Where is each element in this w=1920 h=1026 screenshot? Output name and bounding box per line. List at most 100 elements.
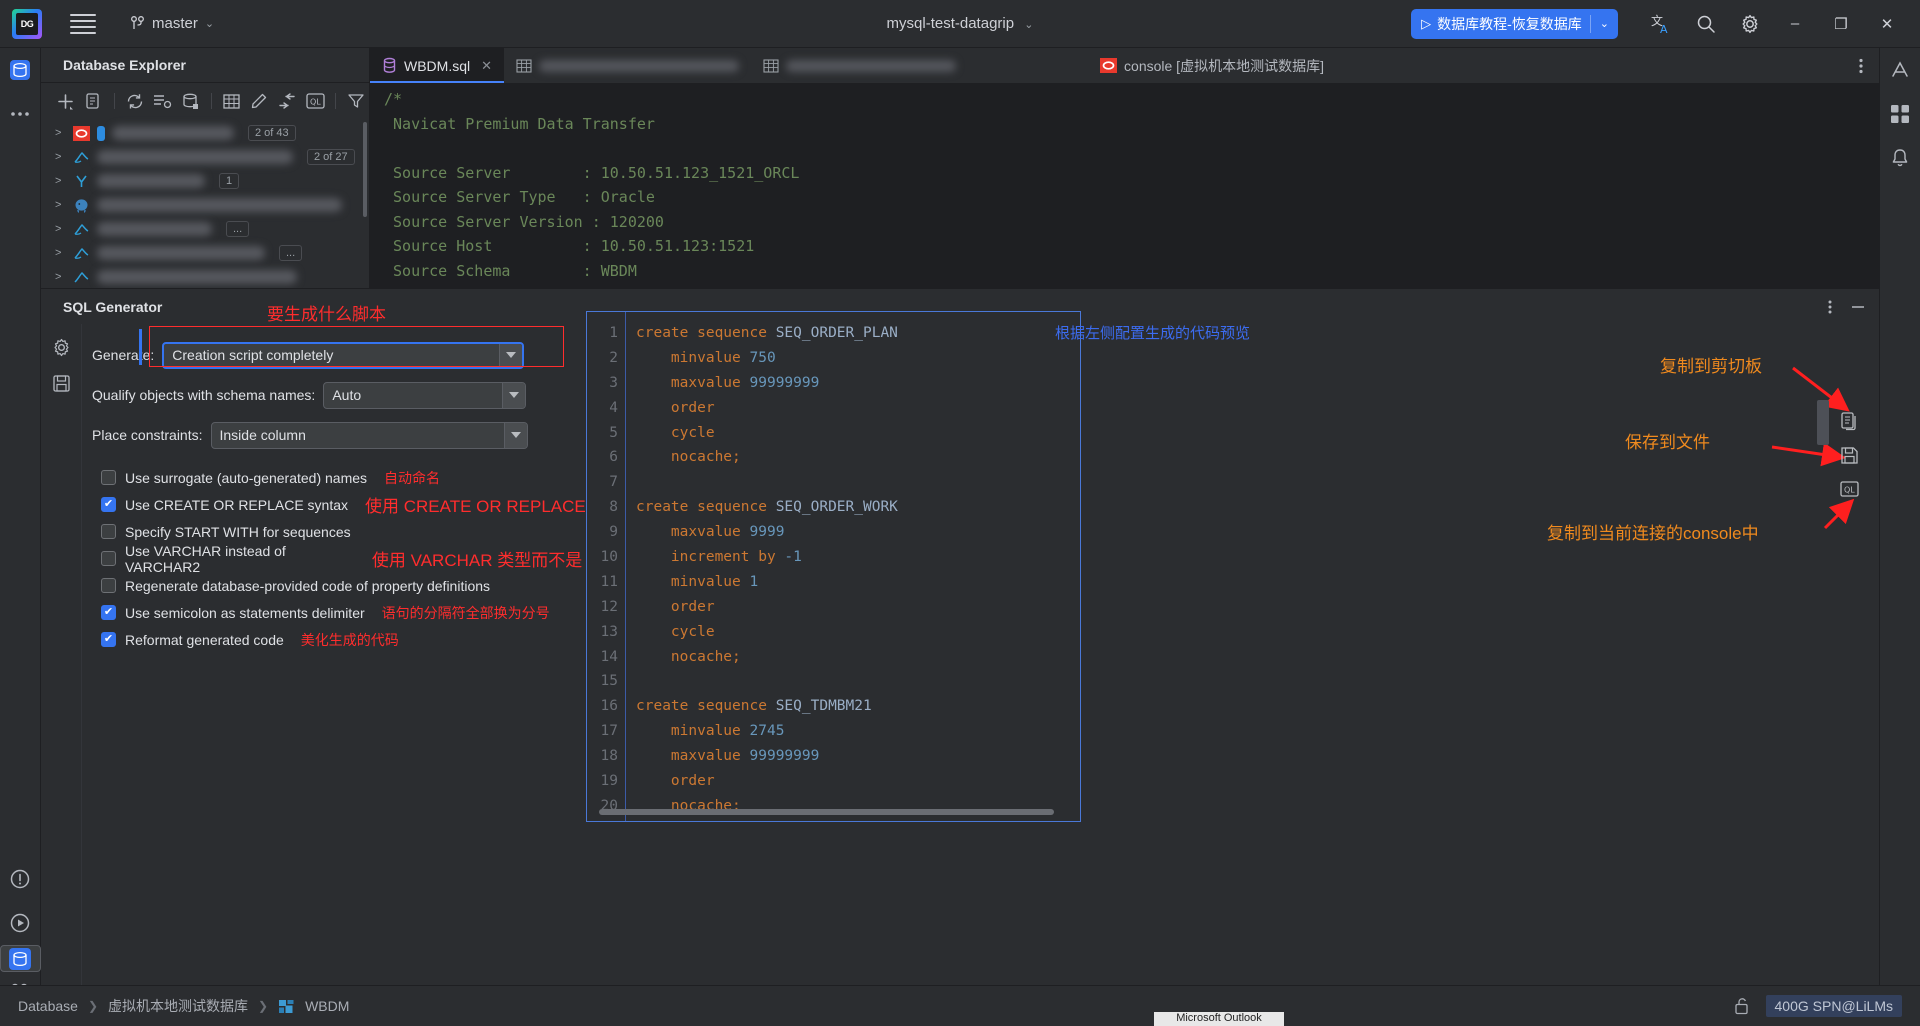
main-menu-icon[interactable] <box>70 11 96 37</box>
chevron-down-icon[interactable] <box>503 422 527 448</box>
close-window-button[interactable]: ✕ <box>1864 0 1910 48</box>
save-icon[interactable] <box>48 370 74 396</box>
tree-item-badge: 1 <box>219 173 240 189</box>
tab-wbdm-sql[interactable]: WBDM.sql ✕ <box>370 48 505 83</box>
divider <box>335 93 337 109</box>
code-token: minvalue <box>636 573 750 590</box>
line-number: 15 <box>600 673 618 690</box>
checkbox[interactable] <box>101 470 116 485</box>
code-token: nocache; <box>636 449 741 466</box>
chevron-down-icon[interactable]: ⌄ <box>1024 19 1033 31</box>
minimize-panel-icon[interactable] <box>1845 294 1871 320</box>
chevron-right-icon[interactable]: > <box>55 151 66 163</box>
vcs-branch-button[interactable]: master ⌄ <box>130 15 214 32</box>
services-icon[interactable] <box>1880 92 1920 136</box>
checkbox[interactable] <box>101 632 116 647</box>
chevron-right-icon[interactable]: > <box>55 247 66 259</box>
chevron-right-icon[interactable]: > <box>55 127 66 139</box>
add-icon[interactable] <box>53 88 79 114</box>
place-constraints-select[interactable]: Inside column <box>210 421 528 449</box>
chevron-right-icon[interactable]: > <box>55 271 66 283</box>
search-icon[interactable] <box>1684 0 1728 48</box>
close-icon[interactable]: ✕ <box>481 58 492 74</box>
breadcrumb-item-database[interactable]: Database <box>18 998 78 1014</box>
tree-item-badge: ... <box>279 245 303 261</box>
more-tool-windows-icon[interactable] <box>0 92 41 136</box>
breadcrumb-item-datasource[interactable]: 虚拟机本地测试数据库 <box>108 996 248 1016</box>
code-lines[interactable]: create sequence SEQ_ORDER_PLAN minvalue … <box>625 312 1080 821</box>
tree-item[interactable]: > 2 of 43 <box>41 121 369 145</box>
generate-select[interactable]: Creation script completely <box>162 341 525 369</box>
refresh-icon[interactable] <box>122 88 148 114</box>
database-icon[interactable] <box>178 88 204 114</box>
preview-horizontal-scrollbar[interactable] <box>599 809 1054 815</box>
tree-item[interactable]: > ... <box>41 217 369 241</box>
qualify-select[interactable]: Auto <box>323 381 527 409</box>
sql-generator-title: SQL Generator <box>63 298 163 315</box>
copy-to-clipboard-icon[interactable] <box>1836 408 1862 434</box>
line-number-gutter: 1 2 3 4 5 6 7 8 9 10 11 12 13 14 15 16 17 18 19 20 <box>587 312 625 821</box>
chevron-down-icon[interactable] <box>502 382 526 408</box>
edit-icon[interactable] <box>246 88 272 114</box>
run-tool-window-icon[interactable] <box>0 901 41 945</box>
data-source-properties-icon[interactable] <box>150 88 176 114</box>
chevron-right-icon[interactable]: > <box>55 175 66 187</box>
chevron-right-icon[interactable]: > <box>55 199 66 211</box>
tree-item[interactable]: > 2 of 27 <box>41 145 369 169</box>
project-name[interactable]: mysql-test-datagrip <box>887 15 1015 32</box>
run-configuration-button[interactable]: ▷ 数据库教程-恢复数据库 ⌄ <box>1411 8 1618 39</box>
status-chip[interactable]: 400G SPN@LiLMs <box>1765 995 1902 1017</box>
svg-text:QL: QL <box>1844 486 1855 495</box>
tab-table-2[interactable] <box>751 48 968 83</box>
line-number: 8 <box>609 499 618 516</box>
notifications-bell-icon[interactable] <box>1880 136 1920 180</box>
breadcrumb: Database ❯ 虚拟机本地测试数据库 ❯ WBDM <box>18 996 349 1016</box>
translate-icon[interactable]: 文 A <box>1640 0 1684 48</box>
tab-table-1[interactable] <box>504 48 751 83</box>
run-config-label: 数据库教程-恢复数据库 <box>1437 15 1582 32</box>
tab-options-kebab-icon[interactable] <box>1843 48 1879 83</box>
checkbox[interactable] <box>101 578 116 593</box>
jump-to-icon[interactable] <box>274 88 300 114</box>
unlock-icon[interactable] <box>1734 997 1750 1015</box>
query-console-icon[interactable]: QL <box>302 88 328 114</box>
tree-item[interactable]: > <box>41 265 369 289</box>
tree-item[interactable]: > 1 <box>41 169 369 193</box>
left-tool-rail <box>0 48 41 1026</box>
chevron-down-icon[interactable]: ⌄ <box>1591 17 1618 30</box>
sidebar-item-project[interactable] <box>0 945 41 972</box>
line-number: 17 <box>600 723 618 740</box>
chevron-down-icon[interactable] <box>499 343 523 367</box>
save-to-file-icon[interactable] <box>1836 442 1862 468</box>
generated-code-preview[interactable]: 1 2 3 4 5 6 7 8 9 10 11 12 13 14 15 16 17 18 19 20 create s… <box>586 311 1081 822</box>
tree-item[interactable]: > <box>41 193 369 217</box>
filter-icon[interactable] <box>343 88 369 114</box>
duplicate-icon[interactable] <box>81 88 107 114</box>
ai-assistant-icon[interactable] <box>1880 48 1920 92</box>
checkbox[interactable] <box>101 524 116 539</box>
line-number: 18 <box>600 748 618 765</box>
code-view[interactable]: 1 2 3 4 5 6 7 8 9 10 11 12 13 14 15 16 17 18 19 20 create s… <box>587 312 1080 821</box>
kebab-icon[interactable] <box>1817 294 1843 320</box>
preview-vertical-scrollbar[interactable] <box>1817 400 1829 445</box>
maximize-window-button[interactable]: ❐ <box>1818 0 1864 48</box>
table-icon[interactable] <box>219 88 245 114</box>
sidebar-item-database-explorer[interactable] <box>0 48 41 92</box>
sql-editor[interactable]: /* Navicat Premium Data Transfer Source … <box>370 83 1879 288</box>
tree-scrollbar[interactable] <box>363 122 367 217</box>
minimize-window-button[interactable]: – <box>1772 0 1818 48</box>
qualify-select-value: Auto <box>332 387 362 403</box>
settings-icon[interactable] <box>1728 0 1772 48</box>
problems-warning-icon[interactable] <box>0 857 41 901</box>
breadcrumb-item-schema[interactable]: WBDM <box>305 998 349 1014</box>
checkbox[interactable] <box>101 497 116 512</box>
open-in-console-icon[interactable]: QL <box>1836 476 1862 502</box>
checkbox[interactable] <box>101 551 116 566</box>
checkbox[interactable] <box>101 605 116 620</box>
settings-icon[interactable] <box>48 334 74 360</box>
chevron-right-icon[interactable]: > <box>55 223 66 235</box>
code-token: minvalue <box>636 349 750 366</box>
tree-item[interactable]: > ... <box>41 241 369 265</box>
editor-line: Source Schema : WBDM <box>384 261 637 280</box>
tab-console[interactable]: console [虚拟机本地测试数据库] <box>1088 48 1336 83</box>
